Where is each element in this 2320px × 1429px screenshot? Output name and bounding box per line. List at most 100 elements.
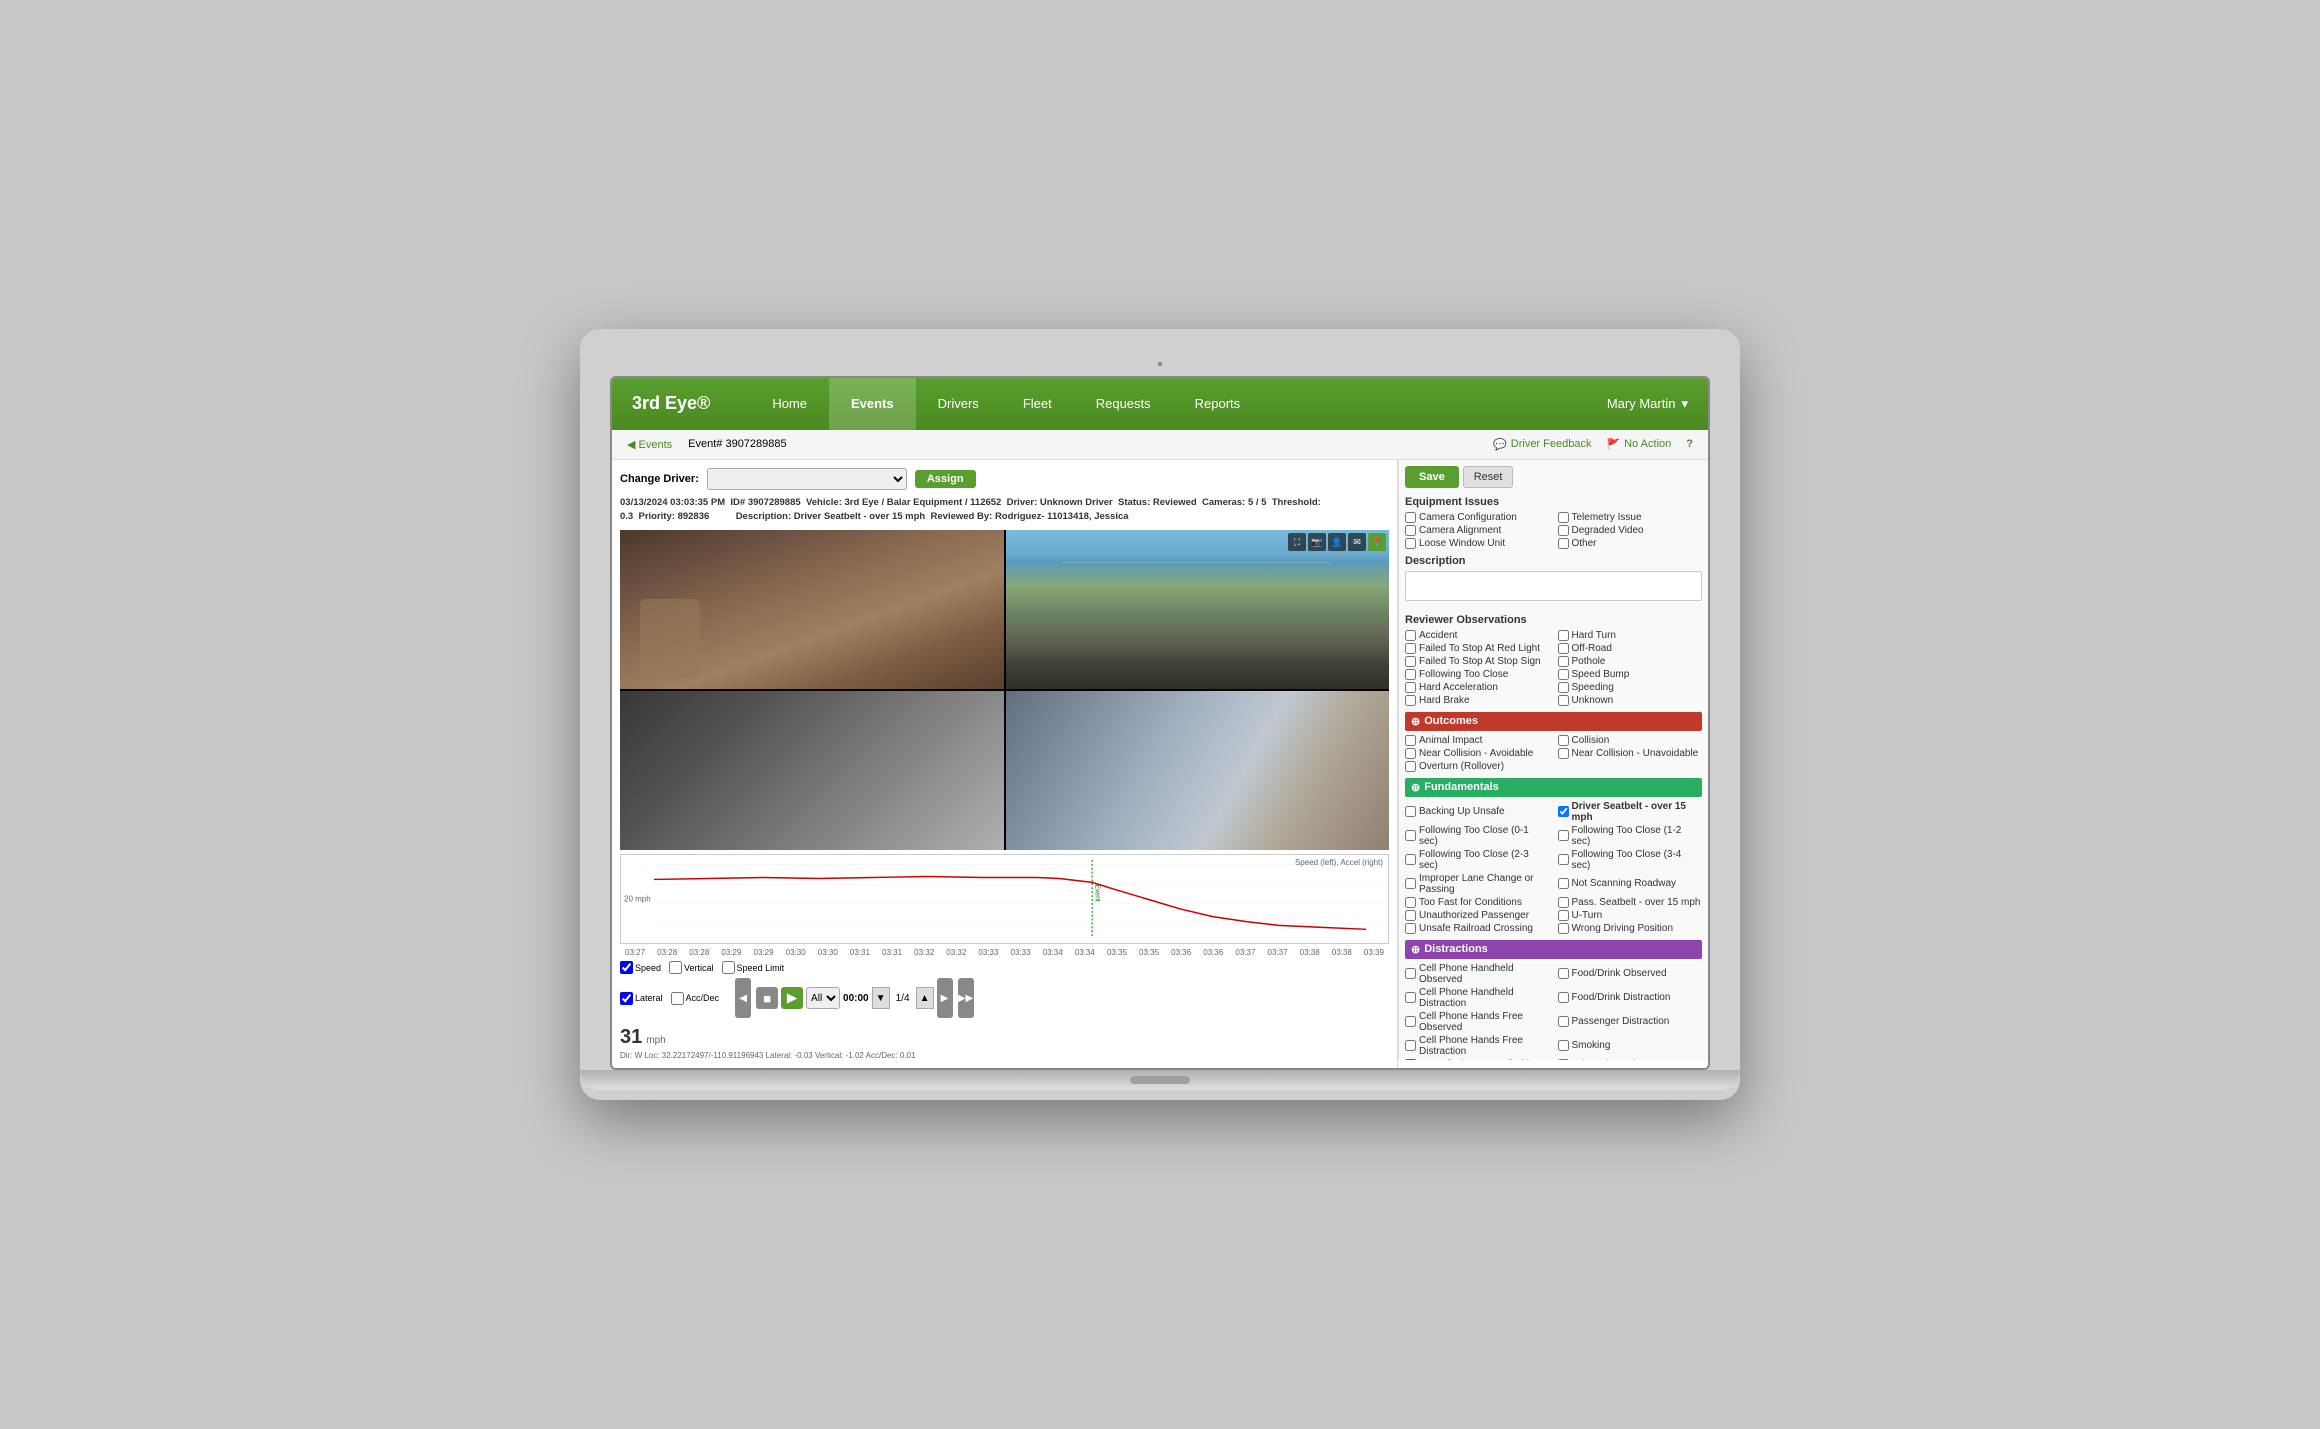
nav-reports[interactable]: Reports <box>1173 378 1263 430</box>
cb-x-cell-handheld[interactable] <box>1405 1059 1416 1060</box>
play-btn[interactable]: ▶ <box>781 987 803 1009</box>
timeline-labels: 03:27 03:28 03:28 03:29 03:29 03:30 03:3… <box>620 948 1389 957</box>
cb-collision[interactable] <box>1558 735 1569 746</box>
stepper-down[interactable]: ▼ <box>872 987 890 1009</box>
expand-btn[interactable]: ⛶ <box>1288 533 1306 551</box>
cb-cell-free-obs[interactable] <box>1405 1016 1416 1027</box>
vertical-checkbox[interactable] <box>669 961 682 974</box>
person-btn[interactable]: 👤 <box>1328 533 1346 551</box>
cb-pass-seatbelt[interactable] <box>1558 897 1569 908</box>
assign-button[interactable]: Assign <box>915 470 976 488</box>
cb-camera-align[interactable] <box>1405 525 1416 536</box>
stop-btn[interactable]: ■ <box>756 987 778 1009</box>
cb-following-close[interactable] <box>1405 669 1416 680</box>
cb-driver-seatbelt[interactable] <box>1558 806 1569 817</box>
stepper-up[interactable]: ▲ <box>916 987 934 1009</box>
cb-food-drink-dist[interactable] <box>1558 992 1569 1003</box>
cb-not-scanning[interactable] <box>1558 878 1569 889</box>
nav-requests[interactable]: Requests <box>1074 378 1173 430</box>
description-textarea[interactable] <box>1405 571 1702 601</box>
save-button[interactable]: Save <box>1405 466 1459 488</box>
speed-unit: mph <box>646 1035 665 1046</box>
cb-overturn[interactable] <box>1405 761 1416 772</box>
driver-feedback-btn[interactable]: 💬 Driver Feedback <box>1493 438 1591 451</box>
accdec-checkbox[interactable] <box>671 992 684 1005</box>
check-camera-align: Camera Alignment <box>1405 525 1550 536</box>
cameras-label: Cameras: <box>1202 497 1245 508</box>
cb-animal-impact[interactable] <box>1405 735 1416 746</box>
camera-interior <box>620 530 1004 689</box>
camera-view-select[interactable]: All <box>806 987 840 1009</box>
check-loose-window: Loose Window Unit <box>1405 538 1550 549</box>
nav-fleet[interactable]: Fleet <box>1001 378 1074 430</box>
share-btn[interactable]: ✉ <box>1348 533 1366 551</box>
lateral-checkbox[interactable] <box>620 992 633 1005</box>
cb-backing-unsafe[interactable] <box>1405 806 1416 817</box>
cb-following-23[interactable] <box>1405 854 1416 865</box>
reset-button[interactable]: Reset <box>1463 466 1514 488</box>
cb-cell-handheld-obs[interactable] <box>1405 968 1416 979</box>
driver-select[interactable] <box>707 468 907 490</box>
cb-off-road[interactable] <box>1558 643 1569 654</box>
no-action-btn[interactable]: 🚩 No Action <box>1606 438 1671 451</box>
snapshot-btn[interactable]: 📷 <box>1308 533 1326 551</box>
speed-checkbox-item: Speed <box>620 961 661 974</box>
cb-near-coll-unavoidable[interactable] <box>1558 748 1569 759</box>
cb-too-fast[interactable] <box>1405 897 1416 908</box>
speed-chart: Speed (left), Accel (right) 20 mph Event <box>620 854 1389 944</box>
outcomes-checkboxes: Animal Impact Collision Near Collision -… <box>1405 735 1702 772</box>
cb-failed-stop[interactable] <box>1405 656 1416 667</box>
cb-other-equip[interactable] <box>1558 538 1569 549</box>
cb-speed-bump[interactable] <box>1558 669 1569 680</box>
equipment-checkboxes: Camera Configuration Telemetry Issue Cam… <box>1405 512 1702 549</box>
cb-failed-red[interactable] <box>1405 643 1416 654</box>
nav-home[interactable]: Home <box>750 378 829 430</box>
vehicle-val: 3rd Eye / Balar Equipment / 112652 <box>845 497 1002 508</box>
cb-unknown[interactable] <box>1558 695 1569 706</box>
cb-camera-config[interactable] <box>1405 512 1416 523</box>
time-display: 00:00 <box>843 993 869 1004</box>
cb-unsafe-railroad[interactable] <box>1405 923 1416 934</box>
cb-other-dist[interactable] <box>1558 1059 1569 1060</box>
nav-events[interactable]: Events <box>829 378 916 430</box>
chart-svg: Event <box>621 855 1388 943</box>
flag-icon: 🚩 <box>1606 438 1620 451</box>
prev-frame-btn[interactable]: ◀ <box>735 978 751 1018</box>
playback-buttons: ◀ ■ ▶ All 00:00 ▼ 1/4 ▲ ▶ ▶▶ <box>735 978 975 1018</box>
user-menu[interactable]: Mary Martin ▾ <box>1607 396 1688 412</box>
cb-hard-brake[interactable] <box>1405 695 1416 706</box>
event-id-val: 3907289885 <box>748 497 801 508</box>
cb-degraded-video[interactable] <box>1558 525 1569 536</box>
video-grid <box>620 530 1389 850</box>
fast-forward-btn[interactable]: ▶▶ <box>958 978 974 1018</box>
back-to-events-link[interactable]: ◀ Events <box>627 438 672 451</box>
cb-telemetry[interactable] <box>1558 512 1569 523</box>
cb-wrong-driving[interactable] <box>1558 923 1569 934</box>
cb-pothole[interactable] <box>1558 656 1569 667</box>
next-frame-btn[interactable]: ▶ <box>937 978 953 1018</box>
cb-following-34[interactable] <box>1558 854 1569 865</box>
cb-cell-handheld-dist[interactable] <box>1405 992 1416 1003</box>
cb-following-01[interactable] <box>1405 830 1416 841</box>
cb-following-12[interactable] <box>1558 830 1569 841</box>
cb-cell-free-dist[interactable] <box>1405 1040 1416 1051</box>
cb-improper-lane[interactable] <box>1405 878 1416 889</box>
cb-unauthorized-pass[interactable] <box>1405 910 1416 921</box>
cb-speeding-obs[interactable] <box>1558 682 1569 693</box>
cb-passenger-dist[interactable] <box>1558 1016 1569 1027</box>
nav-drivers[interactable]: Drivers <box>916 378 1001 430</box>
change-driver-label: Change Driver: <box>620 473 699 485</box>
cb-smoking[interactable] <box>1558 1040 1569 1051</box>
cb-u-turn[interactable] <box>1558 910 1569 921</box>
cb-loose-window[interactable] <box>1405 538 1416 549</box>
cb-hard-accel[interactable] <box>1405 682 1416 693</box>
map-btn[interactable]: 📍 <box>1368 533 1386 551</box>
cb-food-drink-obs[interactable] <box>1558 968 1569 979</box>
cb-near-coll-avoidable[interactable] <box>1405 748 1416 759</box>
help-icon[interactable]: ? <box>1686 438 1693 450</box>
cb-hard-turn[interactable] <box>1558 630 1569 641</box>
speed-checkbox[interactable] <box>620 961 633 974</box>
cb-accident[interactable] <box>1405 630 1416 641</box>
app-logo: 3rd Eye® <box>632 393 710 414</box>
speedlimit-checkbox[interactable] <box>722 961 735 974</box>
